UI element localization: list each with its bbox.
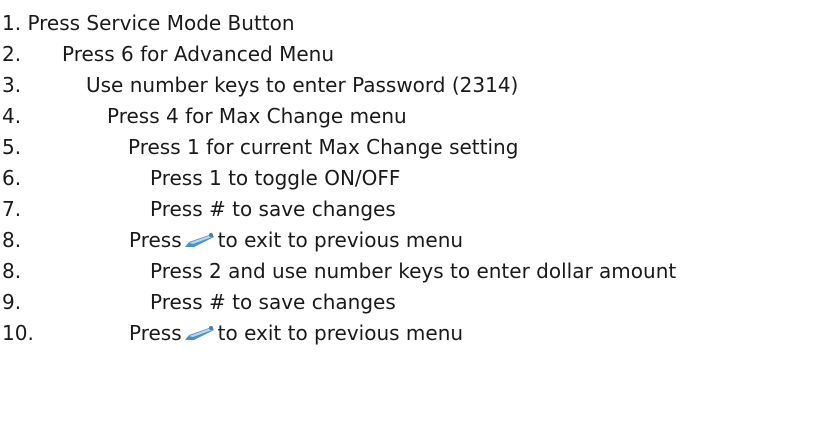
step-1-text: 1. Press Service Mode Button — [2, 11, 295, 35]
step-2-number: 2. — [2, 42, 22, 66]
step-10-text-before: Press — [129, 321, 182, 345]
step-8-number: 8. — [2, 228, 22, 252]
step-8-text: Press to exit to previous menu — [129, 225, 463, 255]
step-9-number: 9. — [2, 290, 22, 314]
step-4-number: 4. — [2, 104, 22, 128]
step-8-text-before: Press — [129, 228, 182, 252]
step-10-text: Press to exit to previous menu — [129, 318, 463, 348]
step-4-text: Press 4 for Max Change menu — [107, 104, 407, 128]
step-6-number: 6. — [2, 166, 22, 190]
step-10-number: 10. — [2, 321, 34, 345]
step-2-text: Press 6 for Advanced Menu — [62, 42, 334, 66]
step-7-number: 7. — [2, 197, 22, 221]
step-5-text: Press 1 for current Max Change setting — [128, 135, 519, 159]
step-3-number: 3. — [2, 73, 22, 97]
back-arrow-icon — [184, 324, 214, 342]
step-5-number: 5. — [2, 135, 22, 159]
step-10-text-after: to exit to previous menu — [217, 321, 464, 345]
step-9-text: Press # to save changes — [150, 290, 396, 314]
step-3-text: Use number keys to enter Password (2314) — [86, 73, 519, 97]
step-8-text-after: to exit to previous menu — [217, 228, 464, 252]
step-7-text: Press # to save changes — [150, 197, 396, 221]
step-8b-number: 8. — [2, 259, 22, 283]
instruction-list: 1. Press Service Mode Button 2. Press 6 … — [0, 0, 830, 424]
back-arrow-icon — [184, 231, 214, 249]
step-8b-text: Press 2 and use number keys to enter dol… — [150, 259, 677, 283]
step-6-text: Press 1 to toggle ON/OFF — [150, 166, 401, 190]
